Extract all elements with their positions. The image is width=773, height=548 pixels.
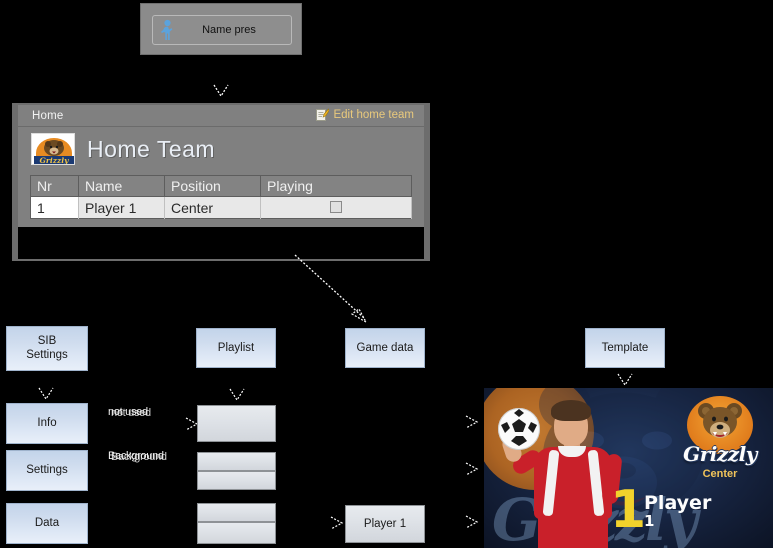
playlist-row-2[interactable]: [197, 452, 276, 471]
player-table: Nr Name Position Playing 1 Player 1 Cent…: [30, 175, 412, 219]
team-name: Home Team: [87, 135, 216, 162]
grizzly-badge: Grizzly Center: [681, 396, 759, 480]
sib-settings-box[interactable]: SIB Settings: [6, 326, 88, 371]
settings-label: Settings: [26, 464, 68, 477]
column-header-name[interactable]: Name: [78, 175, 165, 197]
game-data-box[interactable]: Game data: [345, 328, 425, 368]
column-header-position[interactable]: Position: [164, 175, 261, 197]
background-text-b: Background: [111, 451, 167, 463]
cell-name: Player 1: [78, 196, 165, 219]
team-logo: Grizzly: [31, 133, 75, 165]
screenshot-root: Name pres Home Edit home team Grizzly Ho…: [0, 0, 773, 548]
preview-player-number: 1: [610, 480, 647, 540]
person-icon: [159, 19, 177, 41]
arrow-playlist-down: [227, 387, 247, 403]
player-1-box[interactable]: Player 1: [345, 505, 425, 543]
player-shorts: [538, 516, 608, 548]
template-label: Template: [601, 341, 649, 354]
arrow-to-preview-3: [464, 513, 480, 531]
badge-position-label: Center: [702, 468, 738, 480]
game-data-label: Game data: [356, 341, 414, 354]
arrow-into-player-box: [329, 514, 345, 532]
name-pres-toolbar-panel: Name pres: [140, 3, 302, 55]
table-header-row: Nr Name Position Playing: [30, 175, 412, 197]
note-pencil-icon: [316, 108, 330, 122]
window-titlebar: Home Edit home team: [18, 105, 424, 127]
playlist-row-3[interactable]: [197, 471, 276, 490]
playlist-box[interactable]: Playlist: [196, 328, 276, 368]
arrow-to-preview-1: [464, 413, 480, 431]
playing-checkbox[interactable]: [330, 200, 342, 213]
not-used-annotation: not used not used: [108, 406, 178, 422]
arrow-window-to-game-data: [292, 252, 378, 330]
name-pres-button[interactable]: Name pres: [152, 15, 292, 45]
data-box[interactable]: Data: [6, 503, 88, 544]
settings-box[interactable]: Settings: [6, 450, 88, 491]
cell-nr: 1: [30, 196, 79, 219]
column-header-nr[interactable]: Nr: [30, 175, 79, 197]
arrow-to-preview-2: [464, 460, 480, 478]
arrow-sib-to-info: [36, 386, 56, 402]
team-header: Grizzly Home Team: [18, 127, 424, 171]
sib-settings-line2: Settings: [26, 348, 68, 361]
data-label: Data: [34, 517, 60, 530]
window-title: Home: [32, 109, 64, 122]
sib-settings-line1: SIB: [37, 334, 57, 347]
arrow-template-to-preview: [615, 372, 635, 388]
playlist-row-5[interactable]: [197, 522, 276, 544]
background-annotation: Background Background: [108, 450, 198, 466]
player-hair: [551, 400, 591, 421]
cell-position: Center: [164, 196, 261, 219]
soccer-ball-icon: [498, 408, 540, 450]
preview-player-name-line1: Player: [644, 492, 712, 514]
cell-playing[interactable]: [260, 196, 412, 219]
svg-text:Grizzly: Grizzly: [40, 156, 70, 165]
info-label: Info: [37, 417, 57, 430]
playlist-row-4[interactable]: [197, 503, 276, 522]
preview-player-name-line2: 1: [644, 511, 655, 530]
bear-head-icon: [696, 402, 744, 446]
home-team-window: Home Edit home team Grizzly Home Team Nr…: [12, 103, 430, 261]
playlist-row-1[interactable]: [197, 405, 276, 442]
edit-home-team-link[interactable]: Edit home team: [316, 108, 414, 122]
info-box[interactable]: Info: [6, 403, 88, 444]
badge-wordmark: Grizzly: [683, 442, 757, 466]
name-pres-button-label: Name pres: [202, 24, 256, 36]
player-1-label: Player 1: [363, 518, 407, 530]
preview-player-name: Player 1: [644, 492, 712, 530]
column-header-playing[interactable]: Playing: [260, 175, 412, 197]
not-used-text-b: not used: [111, 407, 151, 419]
playlist-label: Playlist: [217, 341, 255, 354]
table-row[interactable]: 1 Player 1 Center: [30, 196, 412, 219]
template-box[interactable]: Template: [585, 328, 665, 368]
edit-home-team-label: Edit home team: [333, 109, 414, 121]
preview-graphic-panel: Grizzly Center 1 Player 1: [484, 388, 773, 548]
arrow-toolbar-to-window: [210, 82, 232, 100]
